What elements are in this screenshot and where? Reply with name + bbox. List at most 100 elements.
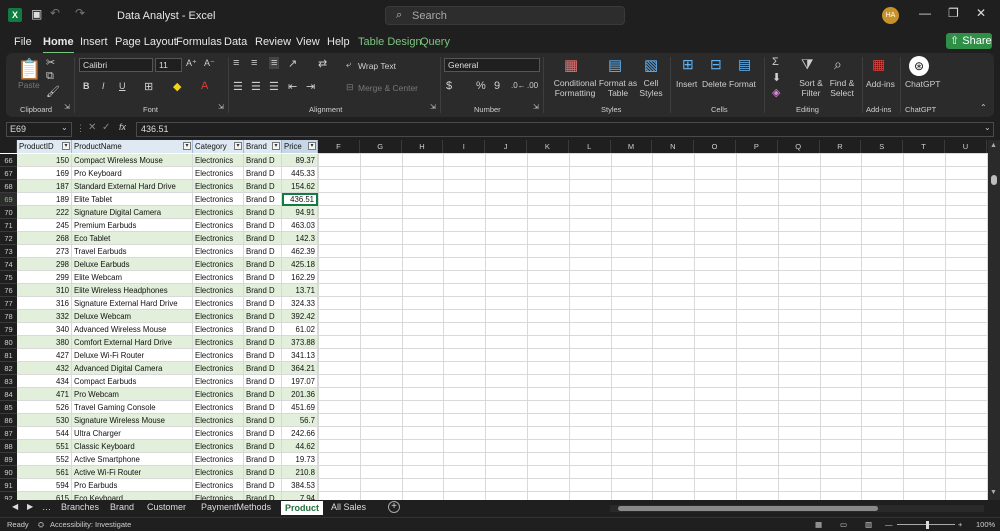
percent-icon[interactable]: % xyxy=(476,80,486,92)
insert-cells-icon[interactable]: ⊞ xyxy=(682,56,694,73)
cut-icon[interactable]: ✂ xyxy=(46,56,55,69)
worksheet-grid[interactable]: 66 150 Compact Wireless Mouse Electronics Br… xyxy=(0,140,988,500)
cell-productid[interactable]: 299 xyxy=(17,271,72,284)
tab-scroll-left-icon[interactable]: ◀ xyxy=(12,502,18,511)
cell-productid[interactable]: 551 xyxy=(17,440,72,453)
filter-dropdown-icon[interactable]: ▾ xyxy=(272,142,280,150)
cell-brand[interactable]: Brand D xyxy=(244,453,282,466)
conditional-formatting-button[interactable]: Conditional Formatting xyxy=(547,78,603,98)
number-launcher-icon[interactable]: ⇲ xyxy=(533,103,539,111)
cell-brand[interactable]: Brand D xyxy=(244,466,282,479)
cell-brand[interactable]: Brand D xyxy=(244,245,282,258)
cell-productid[interactable]: 316 xyxy=(17,297,72,310)
minimize-icon[interactable]: — xyxy=(919,6,931,20)
align-left-icon[interactable]: ☰ xyxy=(233,80,243,93)
align-bottom-icon[interactable]: ≡ xyxy=(269,57,280,69)
row-header[interactable]: 72 xyxy=(0,232,17,245)
row-header[interactable]: 75 xyxy=(0,271,17,284)
row-header[interactable]: 90 xyxy=(0,466,17,479)
cell-productname[interactable]: Pro Keyboard xyxy=(72,167,193,180)
cell-brand[interactable]: Brand D xyxy=(244,336,282,349)
wrap-text-icon[interactable]: ⤶ xyxy=(346,59,351,70)
cell-price[interactable]: 436.51 xyxy=(282,193,318,206)
column-header[interactable]: M xyxy=(610,140,653,153)
row-header[interactable]: 74 xyxy=(0,258,17,271)
row-header[interactable]: 85 xyxy=(0,401,17,414)
scroll-down-icon[interactable]: ▼ xyxy=(990,489,997,496)
avatar[interactable]: HA xyxy=(882,7,899,24)
menu-home[interactable]: Home xyxy=(43,36,74,54)
column-header[interactable]: G xyxy=(359,140,402,153)
find-select-icon[interactable]: ⌕ xyxy=(834,56,842,73)
h-scroll-thumb[interactable] xyxy=(618,506,878,511)
cell-category[interactable]: Electronics xyxy=(193,388,244,401)
wrap-text-button[interactable]: Wrap Text xyxy=(358,61,396,71)
page-break-view-icon[interactable]: ▥ xyxy=(865,520,872,529)
cell-productname[interactable]: Compact Earbuds xyxy=(72,375,193,388)
menu-table-design[interactable]: Table Design xyxy=(358,36,422,48)
borders-icon[interactable]: ⊞ xyxy=(144,80,153,93)
row-header[interactable]: 87 xyxy=(0,427,17,440)
cell-productid[interactable]: 310 xyxy=(17,284,72,297)
tab-branches[interactable]: Branches xyxy=(61,502,99,512)
cell-price[interactable]: 451.69 xyxy=(282,401,318,414)
number-format-select[interactable]: General xyxy=(444,58,540,72)
row-header[interactable]: 91 xyxy=(0,479,17,492)
row-header[interactable]: 68 xyxy=(0,180,17,193)
cell-category[interactable]: Electronics xyxy=(193,479,244,492)
bold-icon[interactable]: B xyxy=(83,81,90,91)
table-header-productid[interactable]: ProductID ▾ xyxy=(17,140,72,153)
table-header-brand[interactable]: Brand ▾ xyxy=(244,140,282,153)
row-header[interactable]: 78 xyxy=(0,310,17,323)
cell-productname[interactable]: Pro Earbuds xyxy=(72,479,193,492)
format-as-table-icon[interactable]: ▤ xyxy=(608,56,622,74)
cell-productid[interactable]: 380 xyxy=(17,336,72,349)
cell-category[interactable]: Electronics xyxy=(193,297,244,310)
insert-cells-button[interactable]: Insert xyxy=(676,79,697,89)
column-header[interactable]: J xyxy=(485,140,527,153)
cell-brand[interactable]: Brand D xyxy=(244,349,282,362)
cell-price[interactable]: 463.03 xyxy=(282,219,318,232)
filter-dropdown-icon[interactable]: ▾ xyxy=(183,142,191,150)
table-header-price[interactable]: Price ▾ xyxy=(282,140,318,153)
cell-category[interactable]: Electronics xyxy=(193,362,244,375)
undo-icon[interactable]: ↶ xyxy=(50,6,60,20)
cell-price[interactable]: 392.42 xyxy=(282,310,318,323)
cell-brand[interactable]: Brand D xyxy=(244,271,282,284)
merge-center-icon[interactable]: ⊟ xyxy=(346,82,354,93)
cell-brand[interactable]: Brand D xyxy=(244,362,282,375)
sort-filter-button[interactable]: Sort & Filter xyxy=(794,78,828,98)
cell-productid[interactable]: 268 xyxy=(17,232,72,245)
cell-productname[interactable]: Signature Wireless Mouse xyxy=(72,414,193,427)
cell-category[interactable]: Electronics xyxy=(193,336,244,349)
cell-productid[interactable]: 298 xyxy=(17,258,72,271)
close-icon[interactable]: ✕ xyxy=(976,6,986,20)
fill-icon[interactable]: ⬇ xyxy=(772,71,781,84)
format-cells-button[interactable]: Format xyxy=(729,79,756,89)
paste-label[interactable]: Paste xyxy=(18,80,40,90)
underline-icon[interactable]: U xyxy=(119,81,126,91)
filter-dropdown-icon[interactable]: ▾ xyxy=(308,142,316,150)
table-header-category[interactable]: Category ▾ xyxy=(193,140,244,153)
copy-icon[interactable]: ⧉ xyxy=(46,70,54,83)
cell-productname[interactable]: Deluxe Earbuds xyxy=(72,258,193,271)
paste-icon[interactable]: 📋 xyxy=(17,57,42,82)
cell-productname[interactable]: Advanced Wireless Mouse xyxy=(72,323,193,336)
horizontal-scrollbar[interactable] xyxy=(610,505,984,512)
cell-price[interactable]: 142.3 xyxy=(282,232,318,245)
formula-input[interactable]: 436.51 xyxy=(136,122,994,137)
row-header[interactable]: 88 xyxy=(0,440,17,453)
cell-brand[interactable]: Brand D xyxy=(244,401,282,414)
cell-productid[interactable]: 340 xyxy=(17,323,72,336)
cell-price[interactable]: 373.88 xyxy=(282,336,318,349)
column-header[interactable]: Q xyxy=(777,140,820,153)
add-ins-button[interactable]: Add-ins xyxy=(866,79,895,89)
cell-price[interactable]: 201.36 xyxy=(282,388,318,401)
cell-brand[interactable]: Brand D xyxy=(244,167,282,180)
page-layout-view-icon[interactable]: ▭ xyxy=(840,520,847,529)
cell-price[interactable]: 324.33 xyxy=(282,297,318,310)
cell-brand[interactable]: Brand D xyxy=(244,180,282,193)
column-header[interactable]: T xyxy=(903,140,945,153)
cell-category[interactable]: Electronics xyxy=(193,180,244,193)
cell-category[interactable]: Electronics xyxy=(193,466,244,479)
